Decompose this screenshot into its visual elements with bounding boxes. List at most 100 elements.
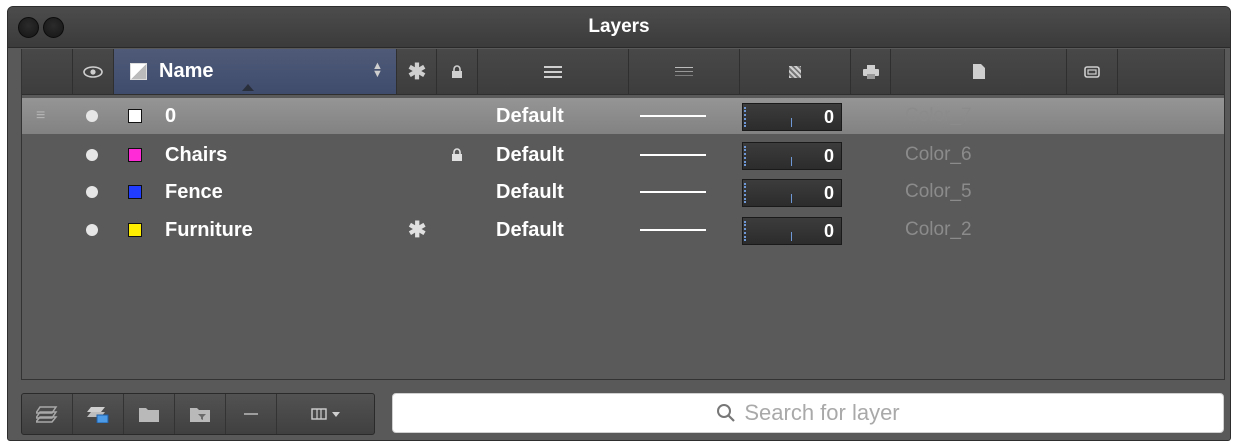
transparency-column-header[interactable] bbox=[739, 49, 850, 94]
layer-row[interactable]: ≡ 0 Default 0 Color_7 bbox=[22, 98, 1224, 134]
eye-icon bbox=[83, 65, 103, 78]
header-drag-column bbox=[22, 49, 72, 94]
visibility-toggle[interactable] bbox=[86, 137, 98, 173]
name-column-label: Name bbox=[159, 60, 214, 82]
lock-toggle[interactable] bbox=[451, 137, 463, 173]
linetype-icon bbox=[544, 65, 562, 78]
lineweight-icon bbox=[675, 66, 693, 76]
layer-properties-button[interactable] bbox=[73, 394, 124, 434]
lock-column-header[interactable] bbox=[436, 49, 477, 94]
visibility-toggle[interactable] bbox=[86, 98, 98, 134]
layer-settings-icon bbox=[87, 407, 109, 423]
lineweight-line bbox=[640, 191, 706, 193]
transparency-icon bbox=[789, 65, 801, 78]
visibility-toggle[interactable] bbox=[86, 212, 98, 248]
color-swatch bbox=[128, 148, 142, 162]
slider-tick bbox=[791, 118, 792, 127]
slider-tick bbox=[744, 221, 748, 241]
layer-table: Name ▲ ▼ ✱ ≡ 0 Default 0 Color_7 Chairs … bbox=[21, 49, 1225, 380]
layer-toolbar bbox=[21, 393, 375, 435]
layer-lineweight[interactable] bbox=[640, 174, 706, 210]
slider-tick bbox=[744, 107, 748, 127]
layers-window: Layers Name ▲ ▼ ✱ ≡ 0 Default 0 Color_7 … bbox=[7, 6, 1231, 441]
filter-folder-icon bbox=[190, 408, 210, 422]
freeze-column-header[interactable]: ✱ bbox=[396, 49, 437, 94]
drag-handle-icon[interactable]: ≡ bbox=[36, 98, 45, 134]
layer-name[interactable]: 0 bbox=[165, 98, 176, 134]
slider-tick bbox=[791, 157, 792, 166]
plot-style[interactable]: Color_5 bbox=[905, 174, 972, 210]
transparency-value: 0 bbox=[823, 107, 834, 127]
layer-row[interactable]: Fence Default 0 Color_5 bbox=[22, 174, 1224, 210]
freeze-toggle[interactable]: ✱ bbox=[408, 212, 426, 248]
layer-color-swatch[interactable] bbox=[128, 98, 142, 134]
layer-color-swatch[interactable] bbox=[128, 137, 142, 173]
plot-style-column-header[interactable] bbox=[890, 49, 1066, 94]
color-swatch-icon bbox=[130, 63, 147, 80]
layer-name[interactable]: Chairs bbox=[165, 137, 227, 173]
transparency-value: 0 bbox=[823, 146, 834, 166]
slider-tick bbox=[744, 146, 748, 166]
visible-dot-icon bbox=[86, 186, 98, 198]
plot-style[interactable]: Color_7 bbox=[905, 98, 972, 134]
layer-linetype[interactable]: Default bbox=[496, 212, 564, 248]
new-filter-button[interactable] bbox=[175, 394, 226, 434]
layer-linetype[interactable]: Default bbox=[496, 137, 564, 173]
visibility-column-header[interactable] bbox=[72, 49, 113, 94]
name-column-header[interactable]: Name ▲ ▼ bbox=[113, 49, 396, 94]
layer-linetype[interactable]: Default bbox=[496, 174, 564, 210]
layer-lineweight[interactable] bbox=[640, 137, 706, 173]
slider-tick bbox=[744, 183, 748, 203]
lock-icon bbox=[452, 64, 462, 78]
printer-icon bbox=[863, 64, 879, 79]
layer-name[interactable]: Furniture bbox=[165, 212, 253, 248]
search-icon bbox=[717, 404, 736, 422]
layer-row[interactable]: Furniture ✱ Default 0 Color_2 bbox=[22, 212, 1224, 248]
search-placeholder: Search for layer bbox=[744, 400, 900, 425]
snowflake-icon: ✱ bbox=[407, 58, 427, 84]
slider-tick bbox=[791, 194, 792, 203]
lineweight-column-header[interactable] bbox=[628, 49, 739, 94]
new-group-button[interactable] bbox=[124, 394, 175, 434]
chevron-down-icon bbox=[331, 411, 340, 417]
layer-color-swatch[interactable] bbox=[128, 212, 142, 248]
transparency-field[interactable]: 0 bbox=[742, 142, 842, 170]
delete-layer-button[interactable] bbox=[226, 394, 277, 434]
plot-column-header[interactable] bbox=[850, 49, 891, 94]
transparency-field[interactable]: 0 bbox=[742, 217, 842, 245]
layer-stack-icon bbox=[36, 406, 58, 423]
table-header: Name ▲ ▼ ✱ bbox=[22, 49, 1224, 95]
color-swatch bbox=[128, 109, 142, 123]
layer-row[interactable]: Chairs Default 0 Color_6 bbox=[22, 137, 1224, 173]
layer-linetype[interactable]: Default bbox=[496, 98, 564, 134]
layer-lineweight[interactable] bbox=[640, 212, 706, 248]
transparency-value: 0 bbox=[823, 221, 834, 241]
layer-states-button[interactable] bbox=[22, 394, 73, 434]
columns-menu-button[interactable] bbox=[277, 394, 373, 434]
footer: Search for layer bbox=[21, 393, 1224, 435]
layer-name[interactable]: Fence bbox=[165, 174, 223, 210]
lock-icon bbox=[452, 148, 462, 161]
visibility-toggle[interactable] bbox=[86, 174, 98, 210]
titlebar: Layers bbox=[8, 7, 1230, 48]
viewport-column-header[interactable] bbox=[1066, 49, 1117, 94]
transparency-field[interactable]: 0 bbox=[742, 179, 842, 207]
search-field[interactable]: Search for layer bbox=[392, 393, 1224, 433]
color-swatch bbox=[128, 185, 142, 199]
layer-color-swatch[interactable] bbox=[128, 174, 142, 210]
plot-style[interactable]: Color_2 bbox=[905, 212, 972, 248]
window-title: Layers bbox=[588, 16, 650, 37]
document-icon bbox=[972, 64, 985, 79]
sort-indicator-icon bbox=[242, 84, 254, 91]
lineweight-line bbox=[640, 115, 706, 117]
layer-lineweight[interactable] bbox=[640, 98, 706, 134]
linetype-column-header[interactable] bbox=[477, 49, 628, 94]
visible-dot-icon bbox=[86, 149, 98, 161]
lineweight-line bbox=[640, 229, 706, 231]
lineweight-line bbox=[640, 154, 706, 156]
folder-icon bbox=[139, 408, 159, 422]
viewport-icon bbox=[1084, 65, 1100, 78]
transparency-field[interactable]: 0 bbox=[742, 103, 842, 131]
columns-icon bbox=[310, 408, 327, 420]
plot-style[interactable]: Color_6 bbox=[905, 137, 972, 173]
